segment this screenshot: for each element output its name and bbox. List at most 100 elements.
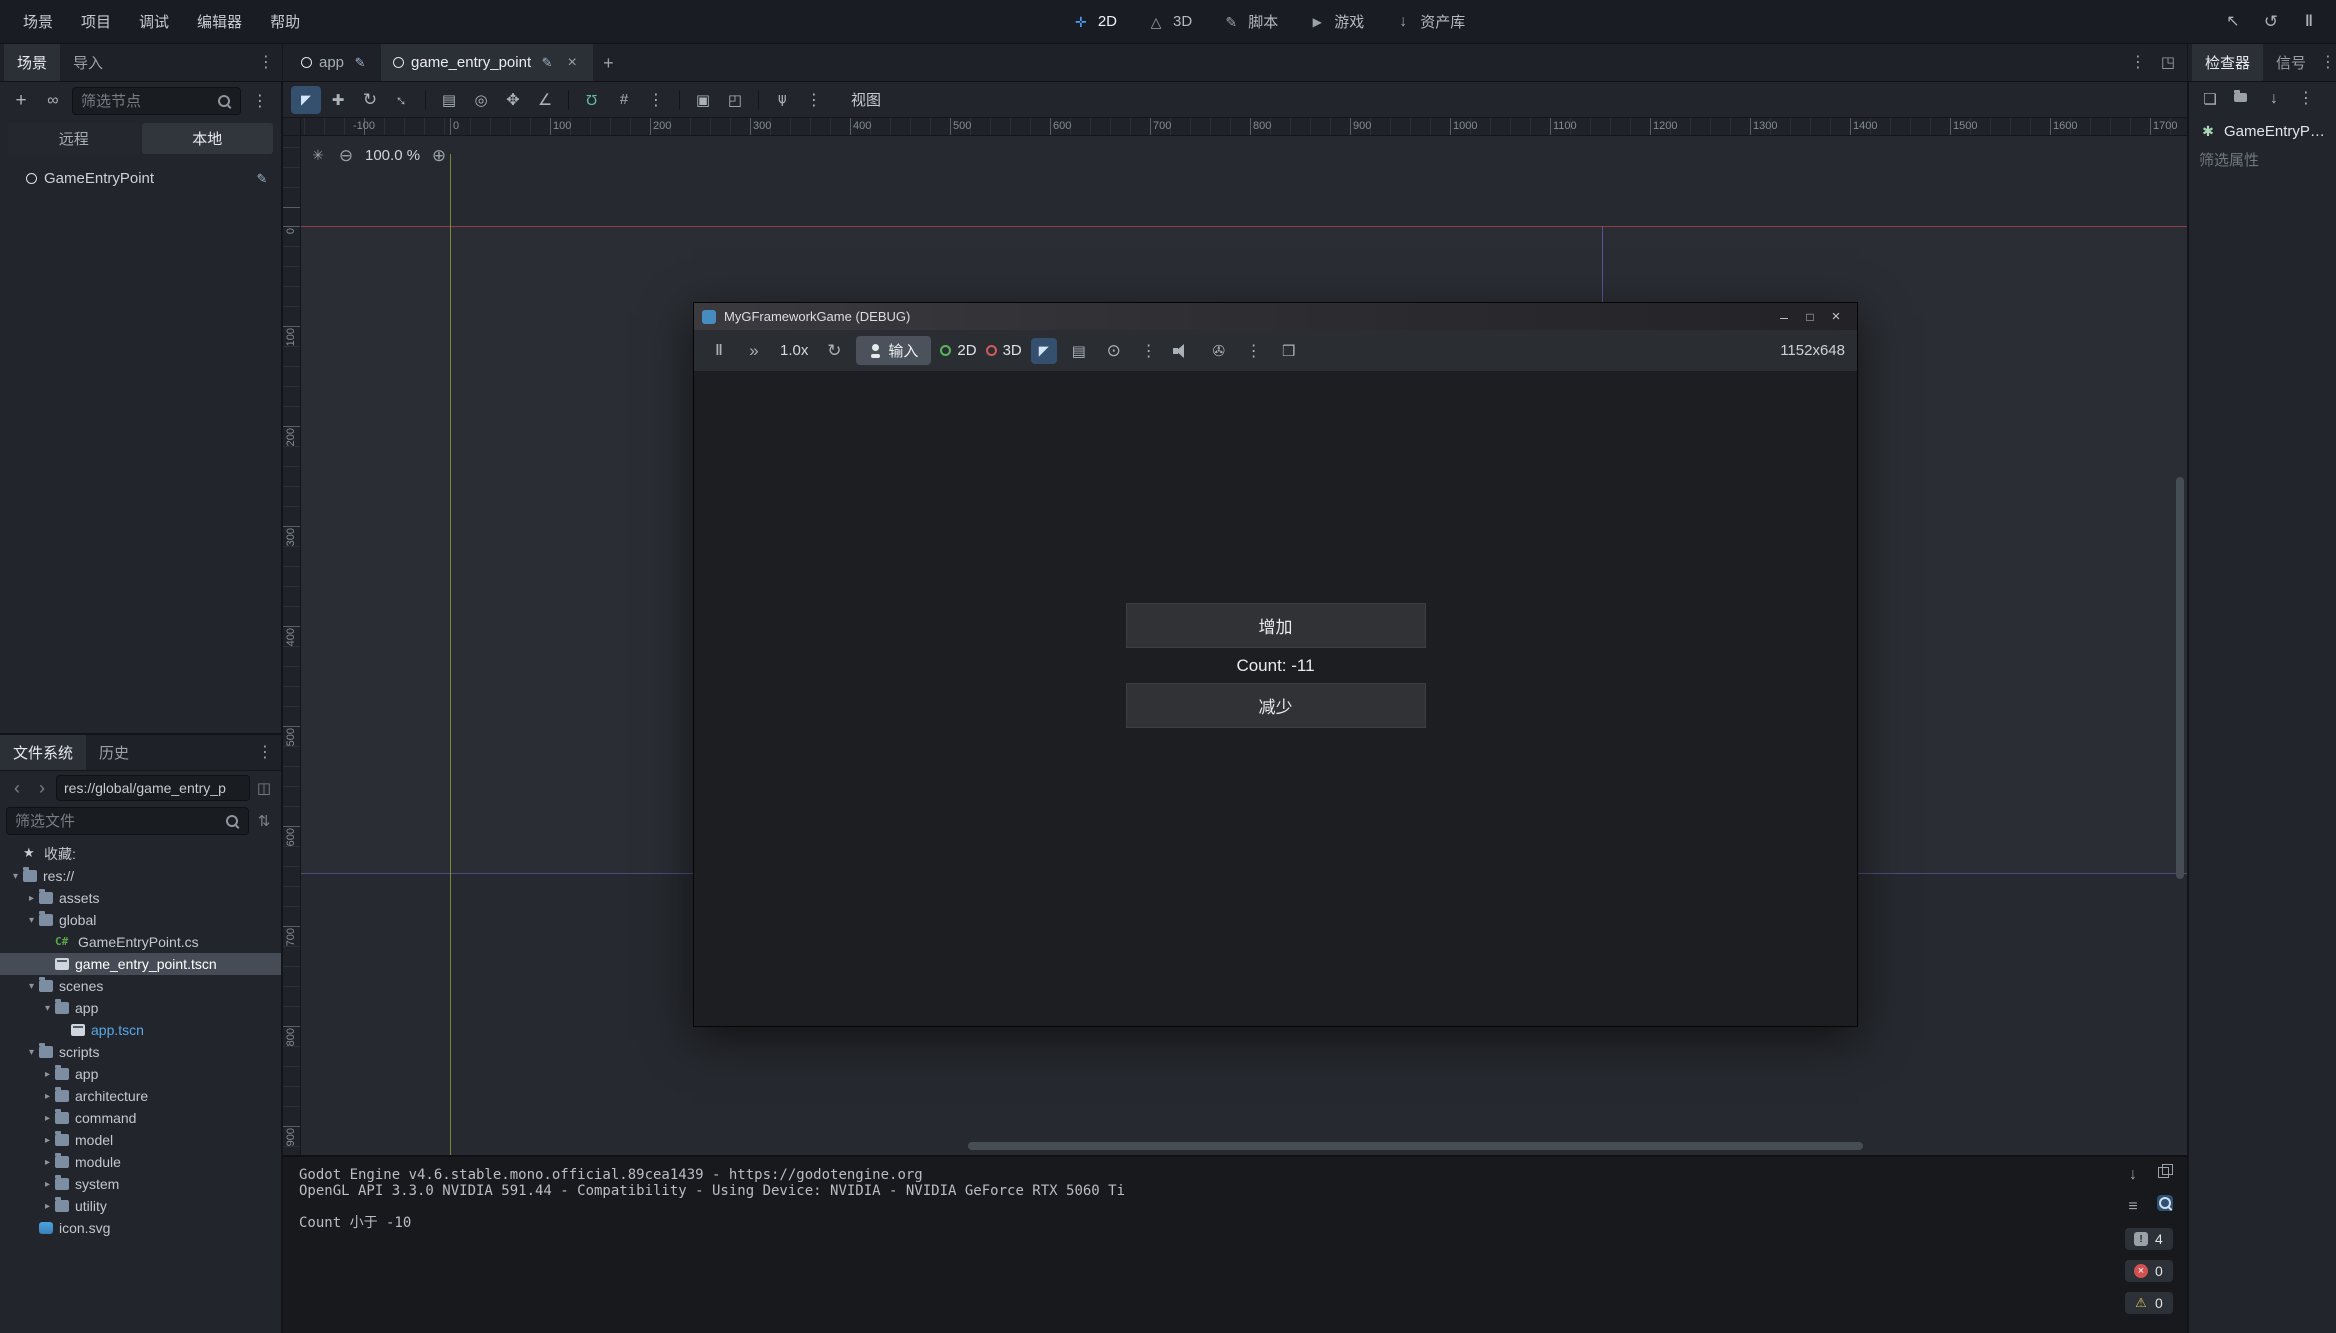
node-filter-input[interactable] (81, 93, 210, 110)
camera-more-icon[interactable] (1136, 338, 1162, 364)
v-scrollbar[interactable] (2176, 477, 2184, 879)
expand-arrow-icon[interactable]: ▸ (40, 1113, 55, 1124)
file-row[interactable]: ▸system (0, 1173, 281, 1195)
vertical-ruler[interactable]: 0100200300400500600700800900 (283, 136, 301, 1155)
camera-icon[interactable] (1206, 338, 1232, 364)
errors-badge[interactable]: 0 (2125, 1260, 2173, 1282)
scene-dock-more-icon[interactable] (247, 88, 273, 114)
scene-tab-game-entry-point[interactable]: game_entry_point (381, 44, 593, 81)
switcher-script[interactable]: 脚本 (1222, 11, 1278, 32)
local-button[interactable]: 本地 (142, 123, 274, 154)
history-icon[interactable] (2262, 13, 2280, 31)
mode-2d[interactable]: 2D (940, 342, 976, 359)
smart-snap-tool[interactable] (577, 86, 607, 114)
expand-arrow-icon[interactable]: ▸ (40, 1091, 55, 1102)
lock-tool[interactable] (688, 86, 718, 114)
next-frame-icon[interactable] (741, 338, 767, 364)
file-row[interactable]: ▸app (0, 1063, 281, 1085)
tabstrip-more-icon[interactable] (2129, 54, 2147, 72)
tab-close-icon[interactable] (563, 54, 581, 72)
property-filter-input[interactable] (2199, 152, 2326, 169)
group-tool[interactable] (720, 86, 750, 114)
file-filter-input[interactable] (15, 813, 218, 830)
menu-project[interactable]: 项目 (68, 4, 124, 39)
file-row[interactable]: icon.svg (0, 1217, 281, 1239)
2d-viewport[interactable]: 0100200300400500600700800900 100.0 % MyG… (283, 136, 2187, 1155)
zoom-level-label[interactable]: 100.0 % (365, 147, 420, 164)
grid-snap-tool[interactable] (609, 86, 639, 114)
fullscreen-icon[interactable] (1276, 338, 1302, 364)
file-row[interactable]: ▸architecture (0, 1085, 281, 1107)
copy-log-icon[interactable] (2157, 1163, 2173, 1179)
ruler-tool[interactable] (530, 86, 560, 114)
search-log-icon[interactable] (2157, 1195, 2173, 1211)
file-row[interactable]: app.tscn (0, 1019, 281, 1041)
file-row[interactable]: 收藏: (0, 843, 281, 865)
zoom-out-icon[interactable] (337, 146, 355, 164)
split-view-icon[interactable] (253, 776, 275, 800)
file-row[interactable]: ▸model (0, 1129, 281, 1151)
rotate-tool[interactable] (355, 86, 385, 114)
zoom-in-icon[interactable] (430, 146, 448, 164)
save-log-icon[interactable] (2121, 1163, 2145, 1187)
back-icon[interactable] (6, 776, 28, 800)
menu-help[interactable]: 帮助 (257, 4, 313, 39)
eye-icon[interactable] (1101, 338, 1127, 364)
scene-dock-tabs-more-icon[interactable] (250, 44, 282, 81)
file-row[interactable]: ▾scripts (0, 1041, 281, 1063)
add-node-icon[interactable] (8, 88, 34, 114)
input-toggle[interactable]: 输入 (856, 336, 931, 365)
switcher-3d[interactable]: 3D (1147, 13, 1192, 31)
mode-3d[interactable]: 3D (986, 342, 1022, 359)
forward-icon[interactable] (31, 776, 53, 800)
horizontal-ruler[interactable]: -100010020030040050060070080090010001100… (301, 118, 2187, 136)
save-resource-icon[interactable] (2265, 90, 2283, 108)
file-row[interactable]: ▾scenes (0, 975, 281, 997)
file-row[interactable]: ▸utility (0, 1195, 281, 1217)
window-more-icon[interactable] (1241, 338, 1267, 364)
switcher-2d[interactable]: 2D (1072, 13, 1117, 31)
select-mode-icon[interactable] (1031, 338, 1057, 364)
fs-panel-more-icon[interactable] (249, 735, 281, 770)
fs-path-input[interactable] (64, 780, 242, 796)
expand-arrow-icon[interactable]: ▾ (8, 871, 23, 882)
menu-debug[interactable]: 调试 (126, 4, 182, 39)
fs-tab-filesystem[interactable]: 文件系统 (0, 735, 86, 770)
move-tool[interactable] (323, 86, 353, 114)
h-scrollbar[interactable] (968, 1142, 1863, 1150)
pivot-tool[interactable] (466, 86, 496, 114)
expand-arrow-icon[interactable]: ▸ (40, 1157, 55, 1168)
pause-icon[interactable] (2300, 13, 2318, 31)
snap-more-icon[interactable] (641, 86, 671, 114)
new-tab-button[interactable] (593, 44, 624, 81)
increase-button[interactable]: 增加 (1126, 603, 1426, 648)
load-resource-icon[interactable] (2233, 90, 2251, 108)
decrease-button[interactable]: 减少 (1126, 683, 1426, 728)
expand-window-icon[interactable] (2159, 54, 2177, 72)
expand-arrow-icon[interactable]: ▾ (40, 1003, 55, 1014)
menu-editor[interactable]: 编辑器 (184, 4, 255, 39)
audio-icon[interactable] (1171, 342, 1197, 360)
minimize-button[interactable] (1771, 308, 1797, 325)
close-button[interactable] (1823, 308, 1849, 325)
game-window-titlebar[interactable]: MyGFrameworkGame (DEBUG) (694, 303, 1857, 330)
dock-tab-import[interactable]: 导入 (60, 44, 116, 81)
pan-tool[interactable] (498, 86, 528, 114)
file-row[interactable]: ▸assets (0, 887, 281, 909)
expand-arrow-icon[interactable]: ▸ (40, 1201, 55, 1212)
file-row[interactable]: ▾app (0, 997, 281, 1019)
link-icon[interactable] (40, 88, 66, 114)
file-row[interactable]: ▸module (0, 1151, 281, 1173)
restart-icon[interactable] (821, 338, 847, 364)
new-resource-icon[interactable] (2201, 90, 2219, 108)
inspector-more-icon[interactable] (2297, 90, 2315, 108)
pointer-icon[interactable] (2224, 13, 2242, 31)
switcher-game[interactable]: 游戏 (1308, 11, 1364, 32)
expand-arrow-icon[interactable]: ▾ (24, 915, 39, 926)
suspend-icon[interactable] (706, 338, 732, 364)
switcher-assetlib[interactable]: 资产库 (1394, 11, 1465, 32)
inspector-tabs-more-icon[interactable] (2319, 44, 2336, 81)
skeleton-tool[interactable] (767, 86, 797, 114)
file-row[interactable]: game_entry_point.tscn (0, 953, 281, 975)
warnings-badge[interactable]: 0 (2125, 1292, 2173, 1314)
